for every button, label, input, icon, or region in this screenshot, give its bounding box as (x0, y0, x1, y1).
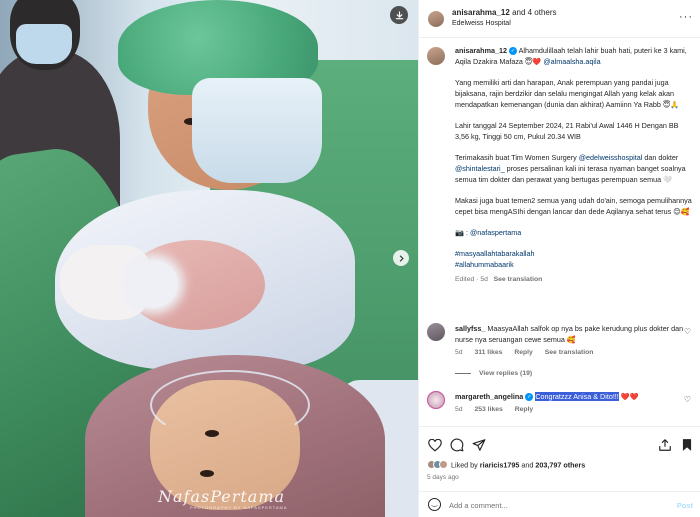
see-translation-link[interactable]: See translation (494, 276, 543, 283)
share-to-story-button[interactable] (657, 437, 673, 453)
chevron-right-icon (399, 254, 404, 262)
liker-avatars (427, 460, 448, 471)
image-face-cover (128, 260, 178, 308)
comment-input[interactable] (449, 498, 659, 512)
post-authors: anisarahma_12 and 4 others (452, 8, 557, 17)
verified-badge-icon: ✓ (508, 47, 517, 56)
caption-mention[interactable]: @edelweisshospital (579, 153, 643, 162)
image-watermark-sub: PHOTOGRAPHY BY NAFASPERTAMA (190, 505, 288, 510)
liked-by-mid: and (521, 460, 534, 470)
hashtag-link[interactable]: #allahummabaarik (455, 259, 693, 270)
reply-button[interactable]: Reply (515, 406, 534, 413)
comment-button[interactable] (449, 437, 465, 453)
caption-username[interactable]: anisarahma_12 (455, 46, 507, 55)
view-replies-button[interactable]: View replies (19) (455, 370, 532, 377)
reply-button[interactable]: Reply (514, 349, 533, 356)
save-post-button[interactable] (679, 437, 695, 453)
post-detail-panel: anisarahma_12 and 4 others Edelweiss Hos… (418, 0, 700, 517)
comment-body: Congratzzz Anisa & Dito!!! (535, 392, 619, 401)
caption-paragraph: Makasi juga buat temen2 semua yang udah … (455, 196, 692, 216)
share-button[interactable] (471, 437, 487, 453)
likes-count[interactable]: 203,797 others (535, 460, 585, 469)
caption-text: 📷 : (455, 228, 468, 237)
caption-mention[interactable]: @almaalsha.aqila (543, 57, 600, 66)
caption-body: anisarahma_12 ✓ Alhamdulillaah telah lah… (455, 45, 693, 285)
download-icon (395, 10, 403, 19)
caption-avatar[interactable] (427, 47, 445, 65)
save-image-button[interactable] (390, 6, 408, 24)
comment-text: margareth_angelina ✓ Congratzzz Anisa & … (455, 391, 687, 402)
like-button[interactable] (427, 437, 443, 453)
image-surgical-mask (192, 78, 322, 183)
liked-by-prefix: Liked by (451, 460, 478, 470)
commenter-username[interactable]: margareth_angelina (455, 392, 523, 401)
caption-age: 5d (480, 276, 488, 283)
post-comment-button[interactable]: Post (677, 501, 693, 510)
post-header: anisarahma_12 and 4 others Edelweiss Hos… (419, 0, 700, 38)
comment-likes[interactable]: 253 likes (474, 406, 502, 413)
caption-paragraph: Lahir tanggal 24 September 2024, 21 Rabi… (455, 121, 679, 141)
verified-badge-icon: ✓ (525, 393, 534, 402)
image-watermark: NafasPertama (158, 487, 286, 506)
image-mother-eye (200, 470, 214, 477)
bookmark-icon (682, 439, 692, 451)
comment-emoji: ❤️❤️ (620, 392, 639, 401)
post-location[interactable]: Edelweiss Hospital (452, 20, 511, 27)
add-comment-bar: ‿ Post (419, 491, 700, 517)
image-nurse-mask (16, 24, 72, 64)
author-avatar[interactable] (428, 11, 444, 27)
image-oxygen-tube (150, 370, 310, 440)
caption-paragraph: Yang memiliki arti dan harapan, Anak per… (455, 78, 680, 109)
edited-label: Edited (455, 276, 475, 283)
commenter-username[interactable]: sallyfss_ (455, 324, 485, 333)
commenter-avatar[interactable] (427, 323, 445, 341)
comment-meta: 5d 253 likes Reply (455, 406, 543, 413)
hashtag-link[interactable]: #masyaallahtabarakallah (455, 248, 693, 259)
comment-age: 5d (455, 406, 463, 413)
commenter-avatar[interactable] (427, 391, 445, 409)
see-translation-link[interactable]: See translation (545, 349, 594, 356)
like-comment-heart-icon[interactable]: ♡ (684, 395, 691, 404)
paper-plane-icon (472, 439, 486, 451)
comment-likes[interactable]: 311 likes (474, 349, 502, 356)
emoji-icon[interactable]: ‿ (428, 498, 441, 511)
like-comment-heart-icon[interactable]: ♡ (684, 327, 691, 336)
liker-username[interactable]: riaricis1795 (480, 460, 520, 469)
caption-mention[interactable]: @shintalestari_ (455, 164, 505, 173)
more-options-icon[interactable]: ··· (679, 11, 693, 23)
comment-meta: 5d 311 likes Reply See translation (455, 349, 603, 356)
comment-age: 5d (455, 349, 463, 356)
caption-text: Terimakasih buat Tim Women Surgery (455, 153, 577, 162)
post-actions: Liked by riaricis1795 and 203,797 others… (419, 426, 700, 516)
heart-icon (428, 438, 442, 451)
coauthors-link[interactable]: and 4 others (512, 8, 556, 17)
author-username[interactable]: anisarahma_12 (452, 8, 510, 17)
next-image-button[interactable] (393, 250, 409, 266)
comment-text: sallyfss_ MaasyaAllah salfok op nya bs p… (455, 323, 687, 345)
caption-text: dan dokter (644, 153, 679, 162)
comment-body: MaasyaAllah salfok op nya bs pake kerudu… (455, 324, 684, 344)
caption-mention[interactable]: @nafaspertama (470, 228, 521, 237)
likes-summary: Liked by riaricis1795 and 203,797 others (427, 460, 585, 471)
post-timestamp[interactable]: 5 days ago (427, 474, 459, 481)
post-image[interactable]: NafasPertama PHOTOGRAPHY BY NAFASPERTAMA (0, 0, 418, 517)
comment-bubble-icon (450, 438, 464, 452)
upload-icon (659, 439, 671, 451)
caption-meta: Edited · 5d See translation (455, 276, 543, 283)
